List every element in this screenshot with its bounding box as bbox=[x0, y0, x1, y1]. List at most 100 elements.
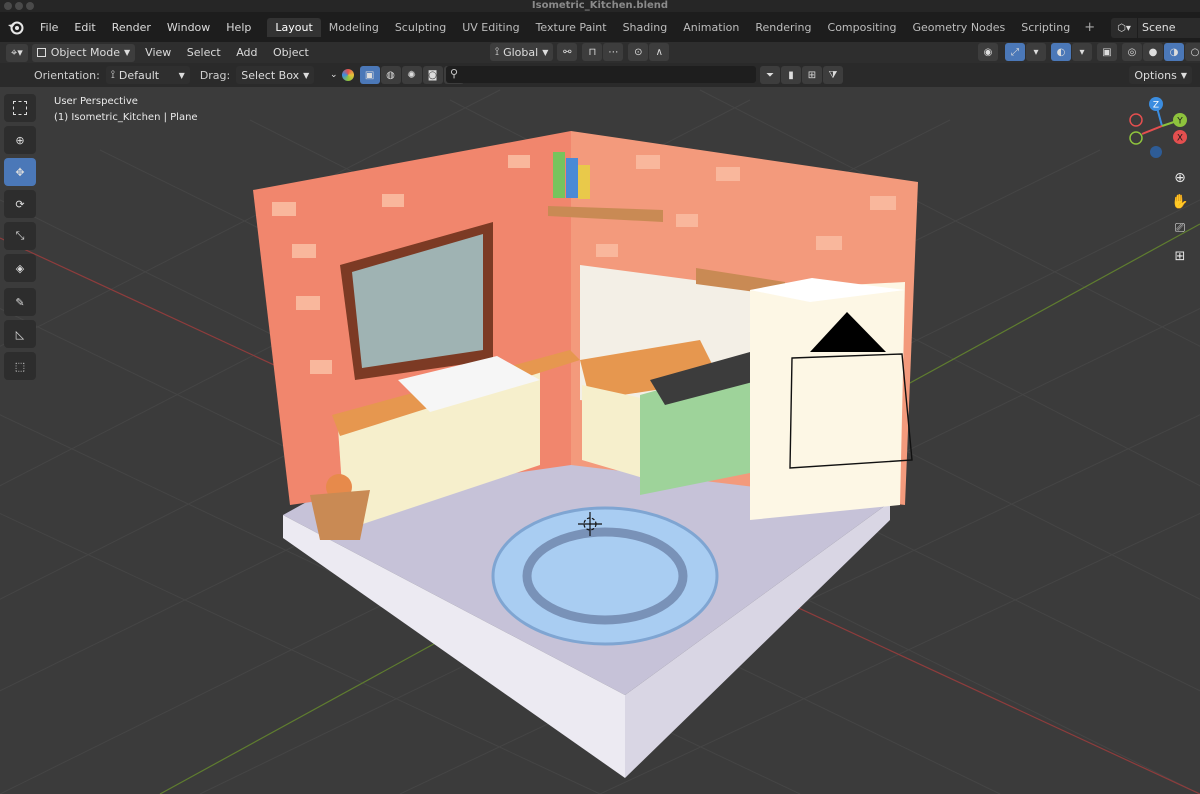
material-preview-icon[interactable]: ◑ bbox=[1164, 43, 1184, 61]
funnel-shape-icon[interactable]: ⏷ bbox=[760, 66, 780, 84]
search-input[interactable]: ⚲ bbox=[446, 66, 756, 83]
select-box-icon bbox=[13, 101, 27, 115]
scene-icon[interactable]: ⬡▾ bbox=[1111, 18, 1137, 38]
menu-help[interactable]: Help bbox=[218, 21, 259, 34]
tool-shelf: ⊕ ✥ ⟳ ⤡ ◈ ✎ ◺ ⬚ bbox=[4, 94, 38, 384]
snap-increment-icon[interactable]: ⋯ bbox=[603, 43, 624, 61]
navigation-gizmo[interactable]: Z Y X bbox=[1124, 94, 1200, 164]
filter-camera-icon[interactable]: ◙ bbox=[422, 66, 443, 84]
select-box-tool[interactable] bbox=[4, 94, 36, 122]
tab-uv-editing[interactable]: UV Editing bbox=[454, 18, 527, 37]
viewport-scene bbox=[0, 89, 1200, 794]
workspace-tabs: Layout Modeling Sculpting UV Editing Tex… bbox=[267, 17, 1101, 37]
add-workspace-button[interactable]: + bbox=[1078, 20, 1101, 35]
scale-tool[interactable]: ⤡ bbox=[4, 222, 36, 250]
camera-view-icon[interactable]: ⎚ bbox=[1168, 216, 1192, 240]
transform-tool[interactable]: ◈ bbox=[4, 254, 36, 282]
measure-tool[interactable]: ◺ bbox=[4, 320, 36, 348]
wireframe-shading-icon[interactable]: ◎ bbox=[1122, 43, 1142, 61]
transform-icon: ◈ bbox=[15, 261, 25, 275]
orientation-dropdown[interactable]: ⟟ Global ▼ bbox=[490, 43, 554, 61]
neg-z-axis-icon bbox=[1150, 146, 1162, 158]
orientation-label: Orientation: bbox=[34, 68, 100, 82]
snap-icon[interactable]: ⊓ bbox=[582, 43, 603, 61]
tab-rendering[interactable]: Rendering bbox=[747, 18, 819, 37]
tab-geometry-nodes[interactable]: Geometry Nodes bbox=[904, 18, 1013, 37]
menu-window[interactable]: Window bbox=[159, 21, 218, 34]
proportional-edit-icon[interactable]: ⊙ bbox=[628, 43, 649, 61]
chevron-down-icon[interactable]: ⌄ bbox=[330, 70, 338, 80]
scene-selector[interactable]: ⬡▾ Scene bbox=[1111, 18, 1200, 38]
mode-label: Object Mode bbox=[50, 46, 121, 59]
tab-layout[interactable]: Layout bbox=[267, 17, 321, 37]
tab-texture-paint[interactable]: Texture Paint bbox=[528, 18, 615, 37]
options-dropdown[interactable]: Options ▼ bbox=[1129, 66, 1192, 84]
overlays-toggle-icon[interactable]: ◐ bbox=[1051, 43, 1071, 61]
3d-viewport[interactable] bbox=[0, 87, 1200, 794]
drag-label: Drag: bbox=[199, 68, 231, 82]
filter-funnel-icon[interactable]: ⧩ bbox=[823, 66, 843, 84]
scale-icon: ⤡ bbox=[15, 229, 25, 242]
z-axis-label: Z bbox=[1153, 101, 1159, 111]
kitchen-model bbox=[253, 131, 918, 778]
mode-dropdown[interactable]: Object Mode ▼ bbox=[31, 43, 136, 62]
color-palette-icon[interactable] bbox=[341, 69, 354, 81]
menu-edit[interactable]: Edit bbox=[66, 21, 103, 34]
neg-x-axis-icon bbox=[1129, 113, 1143, 127]
tab-compositing[interactable]: Compositing bbox=[820, 18, 905, 37]
menu-object[interactable]: Object bbox=[267, 46, 315, 59]
chevron-down-icon: ▼ bbox=[303, 70, 310, 80]
viewport-info-overlay: User Perspective (1) Isometric_Kitchen |… bbox=[54, 94, 198, 126]
filter-light-icon[interactable]: ✺ bbox=[401, 66, 422, 84]
blender-logo-icon[interactable] bbox=[6, 17, 26, 37]
move-tool[interactable]: ✥ bbox=[4, 158, 36, 186]
cursor-tool[interactable]: ⊕ bbox=[4, 126, 36, 154]
object-mode-icon bbox=[36, 48, 46, 57]
tab-modeling[interactable]: Modeling bbox=[321, 18, 387, 37]
window-controls[interactable] bbox=[4, 2, 37, 12]
visibility-eye-icon[interactable]: ◉ bbox=[978, 43, 998, 61]
falloff-icon[interactable]: ∧ bbox=[649, 43, 670, 61]
x-axis-label: X bbox=[1177, 134, 1183, 144]
orientation-default-dropdown[interactable]: ⟟ Default ▼ bbox=[105, 66, 190, 84]
cursor-icon: ⊕ bbox=[15, 133, 25, 147]
orientation-icon: ⟟ bbox=[495, 45, 500, 58]
filter-mesh-icon[interactable]: ▣ bbox=[359, 66, 380, 84]
y-axis-label: Y bbox=[1176, 117, 1183, 127]
xray-toggle-icon[interactable]: ▣ bbox=[1097, 43, 1117, 61]
solid-shading-icon[interactable]: ● bbox=[1143, 43, 1163, 61]
annotate-tool[interactable]: ✎ bbox=[4, 288, 36, 316]
filter-sphere-icon[interactable]: ◍ bbox=[380, 66, 401, 84]
rotate-icon: ⟳ bbox=[15, 197, 25, 211]
menu-view[interactable]: View bbox=[139, 46, 177, 59]
annotate-pen-icon: ✎ bbox=[15, 295, 25, 309]
scene-name[interactable]: Scene bbox=[1138, 18, 1200, 38]
tab-animation[interactable]: Animation bbox=[675, 18, 747, 37]
transform-orientation-label: Global bbox=[503, 45, 539, 59]
rotate-tool[interactable]: ⟳ bbox=[4, 190, 36, 218]
pan-hand-icon[interactable]: ✋ bbox=[1168, 190, 1192, 214]
menu-file[interactable]: File bbox=[32, 21, 66, 34]
filter-icons: ⌄ ▣ ◍ ✺ ◙ ◌ bbox=[330, 66, 465, 84]
overlays-dropdown-icon[interactable]: ▾ bbox=[1072, 43, 1092, 61]
rendered-shading-icon[interactable]: ○ bbox=[1185, 43, 1200, 61]
hierarchy-icon[interactable]: ⊞ bbox=[802, 66, 822, 84]
tab-scripting[interactable]: Scripting bbox=[1013, 18, 1078, 37]
tab-sculpting[interactable]: Sculpting bbox=[387, 18, 454, 37]
editor-type-button[interactable]: ⌖▾ bbox=[6, 43, 28, 62]
outliner-filter-icons: ⏷ ▮ ⊞ ⧩ bbox=[760, 66, 844, 84]
menu-select[interactable]: Select bbox=[181, 46, 227, 59]
gizmo-dropdown-icon[interactable]: ▾ bbox=[1026, 43, 1046, 61]
menu-add[interactable]: Add bbox=[230, 46, 263, 59]
orientation-value: Default bbox=[118, 68, 160, 82]
perspective-grid-icon[interactable]: ⊞ bbox=[1168, 244, 1192, 268]
pivot-point-icon[interactable]: ⚯ bbox=[557, 43, 578, 61]
bookmark-icon[interactable]: ▮ bbox=[781, 66, 801, 84]
gizmo-toggle-icon[interactable]: ⤢ bbox=[1005, 43, 1025, 61]
drag-dropdown[interactable]: Select Box ▼ bbox=[236, 66, 315, 84]
menu-render[interactable]: Render bbox=[104, 21, 159, 34]
add-cube-tool[interactable]: ⬚ bbox=[4, 352, 36, 380]
zoom-icon[interactable]: ⊕ bbox=[1168, 166, 1192, 190]
chevron-down-icon: ▼ bbox=[124, 48, 131, 57]
tab-shading[interactable]: Shading bbox=[615, 18, 676, 37]
